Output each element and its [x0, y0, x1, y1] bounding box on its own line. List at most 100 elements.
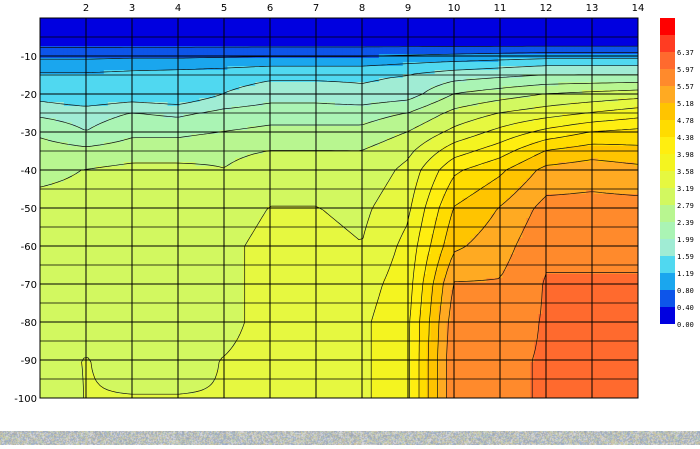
field-cell [179, 110, 185, 115]
field-cell [454, 86, 460, 91]
field-cell [259, 58, 264, 63]
field-cell [486, 50, 492, 55]
field-cell [470, 122, 476, 127]
field-cell [219, 42, 224, 47]
field-cell [610, 122, 615, 127]
field-cell [622, 70, 627, 75]
field-cell [610, 78, 615, 83]
field-cell [438, 102, 444, 107]
field-cell [191, 126, 197, 131]
field-cell [498, 22, 504, 27]
field-cell [171, 142, 177, 147]
field-cell [378, 98, 384, 103]
field-cell [275, 106, 280, 111]
field-cell [195, 78, 201, 83]
field-cell [311, 146, 316, 151]
field-cell [71, 58, 77, 63]
field-cell [514, 22, 519, 27]
field-cell [71, 142, 77, 147]
field-cell [354, 122, 360, 127]
field-cell [546, 98, 551, 103]
field-cell [434, 78, 440, 83]
field-cell [450, 86, 456, 91]
field-cell [87, 122, 93, 127]
field-cell [107, 46, 113, 51]
field-cell [323, 122, 328, 127]
field-cell [40, 122, 45, 127]
field-cell [526, 34, 531, 39]
field-cell [67, 86, 73, 91]
field-cell [151, 46, 157, 51]
field-cell [287, 30, 292, 35]
field-cell [203, 66, 209, 71]
field-cell [199, 34, 205, 39]
field-cell [598, 38, 603, 43]
field-cell [99, 126, 105, 131]
field-cell [215, 78, 220, 83]
field-cell [470, 30, 476, 35]
field-cell [67, 118, 73, 123]
field-cell [211, 50, 217, 55]
field-cell [319, 82, 324, 87]
field-cell [498, 70, 504, 75]
field-cell [319, 30, 324, 35]
field-cell [119, 146, 125, 151]
field-cell [55, 58, 61, 63]
field-cell [219, 102, 224, 107]
field-cell [99, 50, 105, 55]
field-cell [610, 102, 615, 107]
field-cell [558, 30, 563, 35]
field-cell [474, 70, 480, 75]
field-cell [75, 34, 81, 39]
field-cell [123, 118, 129, 123]
field-cell [522, 58, 527, 63]
field-cell [151, 138, 157, 143]
field-cell [275, 34, 280, 39]
field-cell [103, 106, 109, 111]
field-cell [43, 66, 49, 71]
field-cell [263, 106, 268, 111]
field-cell [119, 122, 125, 127]
field-cell [474, 122, 480, 127]
field-cell [259, 138, 264, 143]
field-cell [418, 114, 424, 119]
field-cell [179, 50, 185, 55]
field-cell [195, 18, 201, 23]
field-cell [618, 86, 623, 91]
field-cell [239, 126, 244, 131]
field-cell [307, 98, 312, 103]
field-cell [606, 122, 611, 127]
field-cell [494, 134, 500, 139]
field-cell [239, 70, 244, 75]
field-cell [55, 18, 61, 23]
field-cell [410, 62, 416, 67]
field-cell [111, 22, 117, 27]
field-cell [231, 138, 236, 143]
field-cell [195, 82, 201, 87]
field-cell [79, 110, 85, 115]
field-cell [386, 26, 392, 31]
field-cell [506, 114, 512, 119]
field-cell [95, 82, 101, 87]
field-cell [211, 30, 217, 35]
field-cell [243, 94, 248, 99]
field-cell [143, 82, 149, 87]
field-cell [370, 106, 376, 111]
field-cell [602, 146, 607, 151]
field-cell [362, 26, 368, 31]
field-cell [570, 102, 575, 107]
field-cell [582, 134, 587, 139]
field-cell [163, 106, 169, 111]
field-cell [79, 30, 85, 35]
field-cell [394, 122, 400, 127]
field-cell [47, 122, 53, 127]
field-cell [103, 42, 109, 47]
field-cell [171, 50, 177, 55]
field-cell [243, 26, 248, 31]
field-cell [155, 110, 161, 115]
field-cell [67, 134, 73, 139]
field-cell [582, 38, 587, 43]
field-cell [342, 86, 348, 91]
field-cell [195, 22, 201, 27]
field-cell [155, 26, 161, 31]
